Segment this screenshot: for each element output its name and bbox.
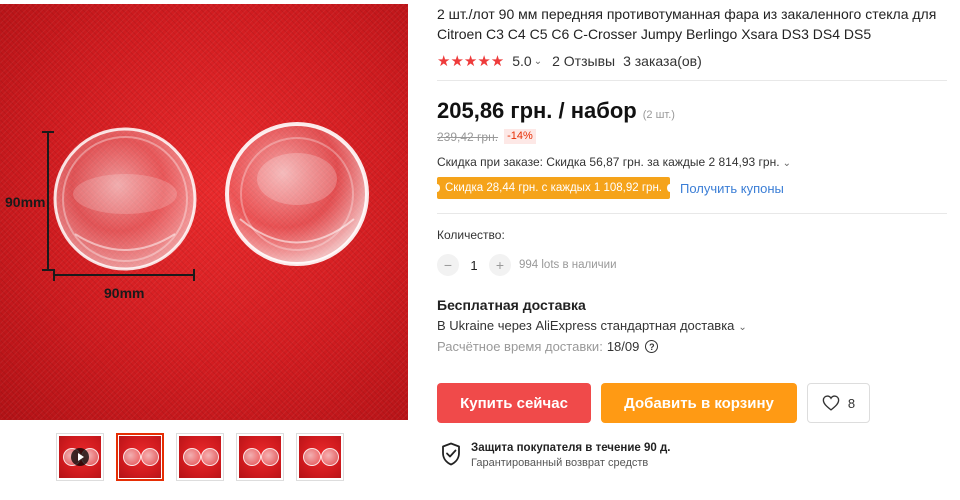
rating-value[interactable]: 5.0: [512, 53, 531, 69]
quantity-stepper: − 1 + 994 lots в наличии: [437, 254, 947, 276]
divider: [437, 213, 947, 214]
star-rating-icon: ★★★★★: [437, 53, 505, 70]
discount-badge: -14%: [504, 129, 536, 144]
shipping-method-text: В Ukraine через AliExpress стандартная д…: [437, 318, 735, 333]
coupon-row: Скидка 28,44 грн. с каждых 1 108,92 грн.…: [434, 177, 947, 199]
quantity-minus-button[interactable]: −: [437, 254, 459, 276]
lens-illustration: [42, 122, 369, 281]
price-row: 205,86 грн. / набор (2 шт.): [437, 98, 947, 124]
action-buttons: Купить сейчас Добавить в корзину 8: [437, 383, 870, 423]
quantity-label: Количество:: [437, 228, 505, 242]
protection-text: Защита покупателя в течение 90 д. Гарант…: [471, 442, 670, 469]
old-price: 239,42 грн.: [437, 129, 499, 144]
orders-count: 3 заказа(ов): [623, 53, 702, 69]
quantity-value[interactable]: 1: [459, 258, 489, 273]
bulk-discount-text: Скидка при заказе: Скидка 56,87 грн. за …: [437, 155, 780, 169]
divider: [437, 80, 947, 81]
price-unit-note: (2 шт.): [642, 109, 675, 121]
thumbnail-4[interactable]: [296, 433, 344, 481]
help-icon[interactable]: ?: [645, 340, 659, 353]
chevron-down-icon: ⌄: [738, 322, 747, 333]
get-coupons-link[interactable]: Получить купоны: [680, 181, 784, 196]
current-price: 205,86 грн. / набор: [437, 98, 637, 123]
old-price-row: 239,42 грн. -14%: [437, 129, 947, 144]
coupon-tag[interactable]: Скидка 28,44 грн. с каждых 1 108,92 грн.: [434, 177, 673, 199]
thumbnail-image: [299, 436, 341, 478]
thumbnail-image: [239, 436, 281, 478]
eta-label: Расчётное время доставки:: [437, 339, 603, 354]
delivery-eta: Расчётное время доставки: 18/09 ?: [437, 339, 947, 354]
wishlist-button[interactable]: 8: [807, 383, 870, 423]
reviews-link[interactable]: 2 Отзывы: [552, 53, 615, 69]
chevron-down-icon[interactable]: ⌄: [534, 56, 542, 67]
quantity-plus-button[interactable]: +: [489, 254, 511, 276]
add-to-cart-button[interactable]: Добавить в корзину: [601, 383, 797, 423]
shield-check-icon: [442, 442, 460, 466]
buy-now-button[interactable]: Купить сейчас: [437, 383, 591, 423]
dimension-label-vertical: 90mm: [5, 194, 46, 210]
play-icon: [71, 448, 89, 466]
thumbnail-1[interactable]: [116, 433, 164, 481]
thumbnail-2[interactable]: [176, 433, 224, 481]
protection-subtitle: Гарантированный возврат средств: [471, 457, 649, 469]
bulk-discount[interactable]: Скидка при заказе: Скидка 56,87 грн. за …: [437, 155, 947, 169]
shipping-method[interactable]: В Ukraine через AliExpress стандартная д…: [437, 318, 947, 333]
thumbnail-3[interactable]: [236, 433, 284, 481]
product-title: 2 шт./лот 90 мм передняя противотуманная…: [437, 6, 937, 42]
main-product-image[interactable]: 90mm 90mm: [0, 4, 408, 420]
stock-available: 994 lots в наличии: [519, 259, 617, 271]
dimension-label-horizontal: 90mm: [104, 285, 145, 301]
shipping-title: Бесплатная доставка: [437, 297, 586, 313]
thumbnail-strip: [56, 433, 344, 481]
heart-icon: [822, 395, 840, 411]
eta-value: 18/09: [606, 339, 640, 354]
wishlist-count: 8: [847, 395, 856, 411]
product-info: 2 шт./лот 90 мм передняя противотуманная…: [434, 4, 947, 354]
protection-title: Защита покупателя в течение 90 д.: [471, 442, 671, 454]
thumbnail-video[interactable]: [56, 433, 104, 481]
rating-row: ★★★★★ 5.0 ⌄ 2 Отзывы 3 заказа(ов): [437, 52, 947, 70]
buyer-protection: Защита покупателя в течение 90 д. Гарант…: [441, 442, 670, 469]
thumbnail-image: [119, 436, 161, 478]
chevron-down-icon: ⌄: [782, 158, 791, 169]
thumbnail-image: [179, 436, 221, 478]
